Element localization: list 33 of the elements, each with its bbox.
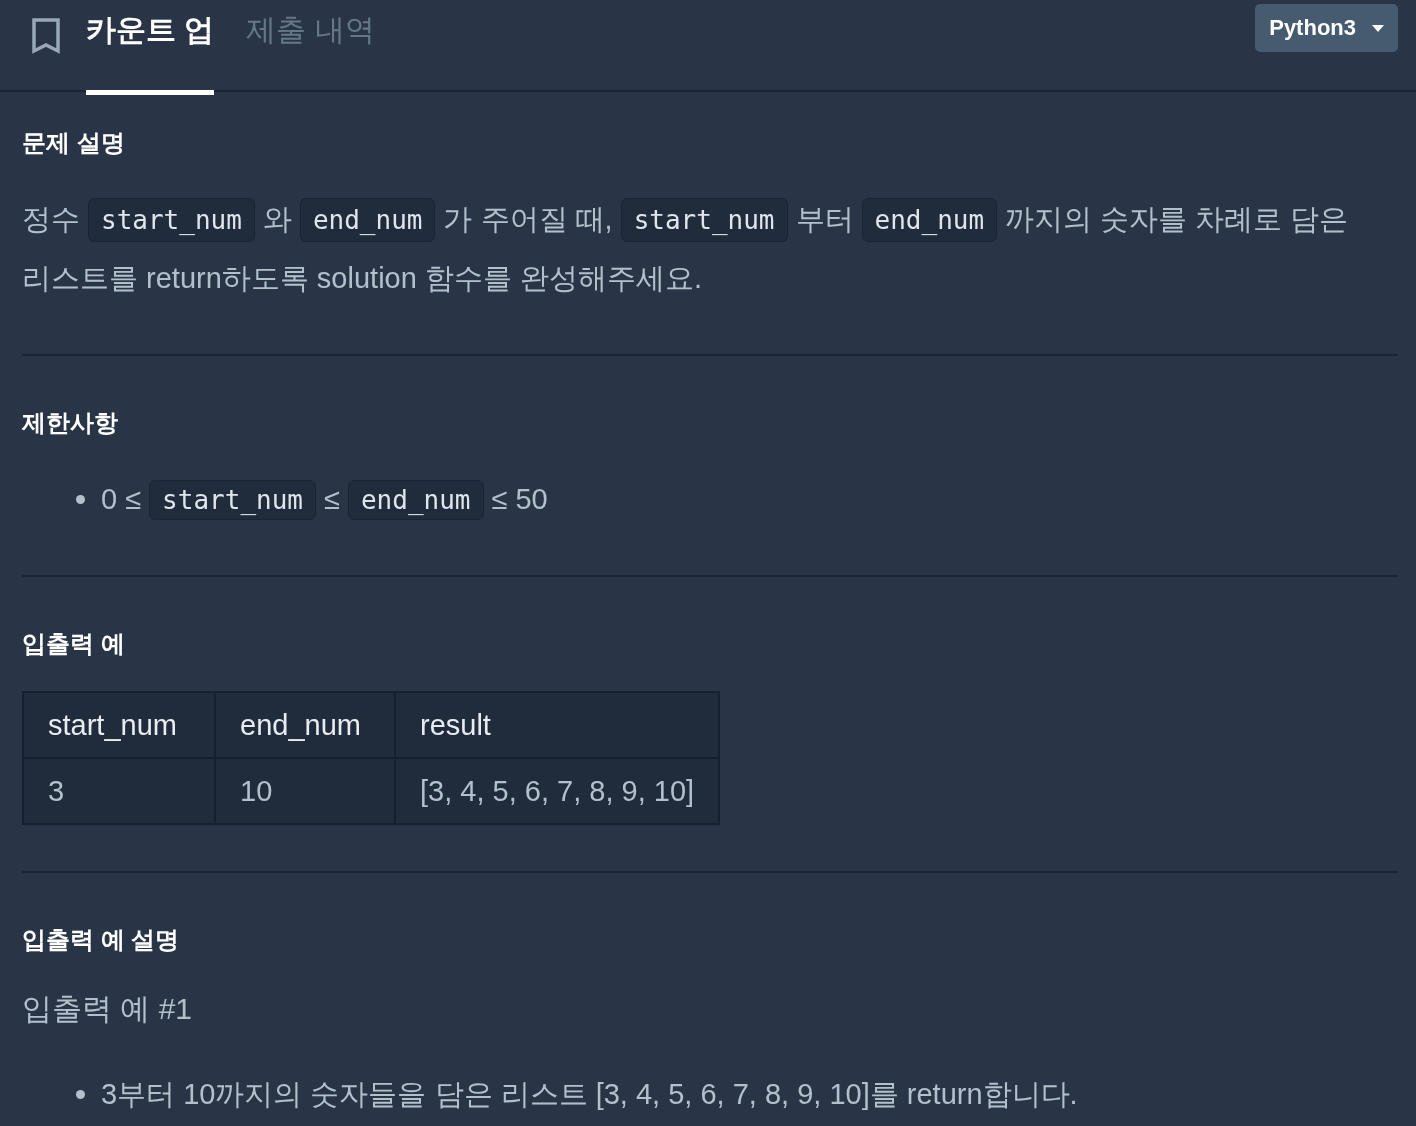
bullet-icon [76,495,85,504]
table-header-cell: end_num [215,692,395,758]
body-text: 부터 [795,201,854,237]
table-cell: 3 [23,758,215,824]
inline-code: start_num [620,197,788,242]
section-heading: 입출력 예 [22,629,125,659]
section-heading: 입출력 예 설명 [22,925,180,955]
inline-code: start_num [149,479,316,520]
body-text: 와 [262,201,292,237]
body-text: ≤ [324,483,340,516]
body-text: 0 ≤ [101,483,142,516]
body-text: 리스트를 return하도록 solution 함수를 완성해주세요. [22,260,702,296]
table-cell: [3, 4, 5, 6, 7, 8, 9, 10] [395,758,720,824]
body-text: 3부터 10까지의 숫자들을 담은 리스트 [3, 4, 5, 6, 7, 8, 9, 10]를 return합니다. [101,1076,1078,1112]
bullet-icon [76,1090,85,1099]
body-text: ≤ 50 [491,483,548,516]
table-header-cell: start_num [23,692,215,758]
example-subtitle: 입출력 예 #1 [22,991,193,1027]
inline-code: end_num [347,479,484,520]
language-dropdown[interactable]: Python3 [1255,4,1398,52]
body-text: 까지의 숫자를 차례로 담은 [1005,201,1349,237]
inline-code: start_num [88,197,255,242]
table-cell: 10 [215,758,395,824]
section-heading: 문제 설명 [22,128,125,158]
caret-icon [1372,24,1384,32]
body-text: 정수 [22,201,80,237]
bookmark-icon[interactable] [32,18,60,54]
tab[interactable]: 카운트 업 [86,0,215,95]
table-header-cell: result [395,692,720,758]
inline-code: end_num [861,197,998,242]
section-heading: 제한사항 [22,408,118,438]
inline-code: end_num [299,197,436,242]
body-text: 가 주어질 때, [443,201,613,237]
